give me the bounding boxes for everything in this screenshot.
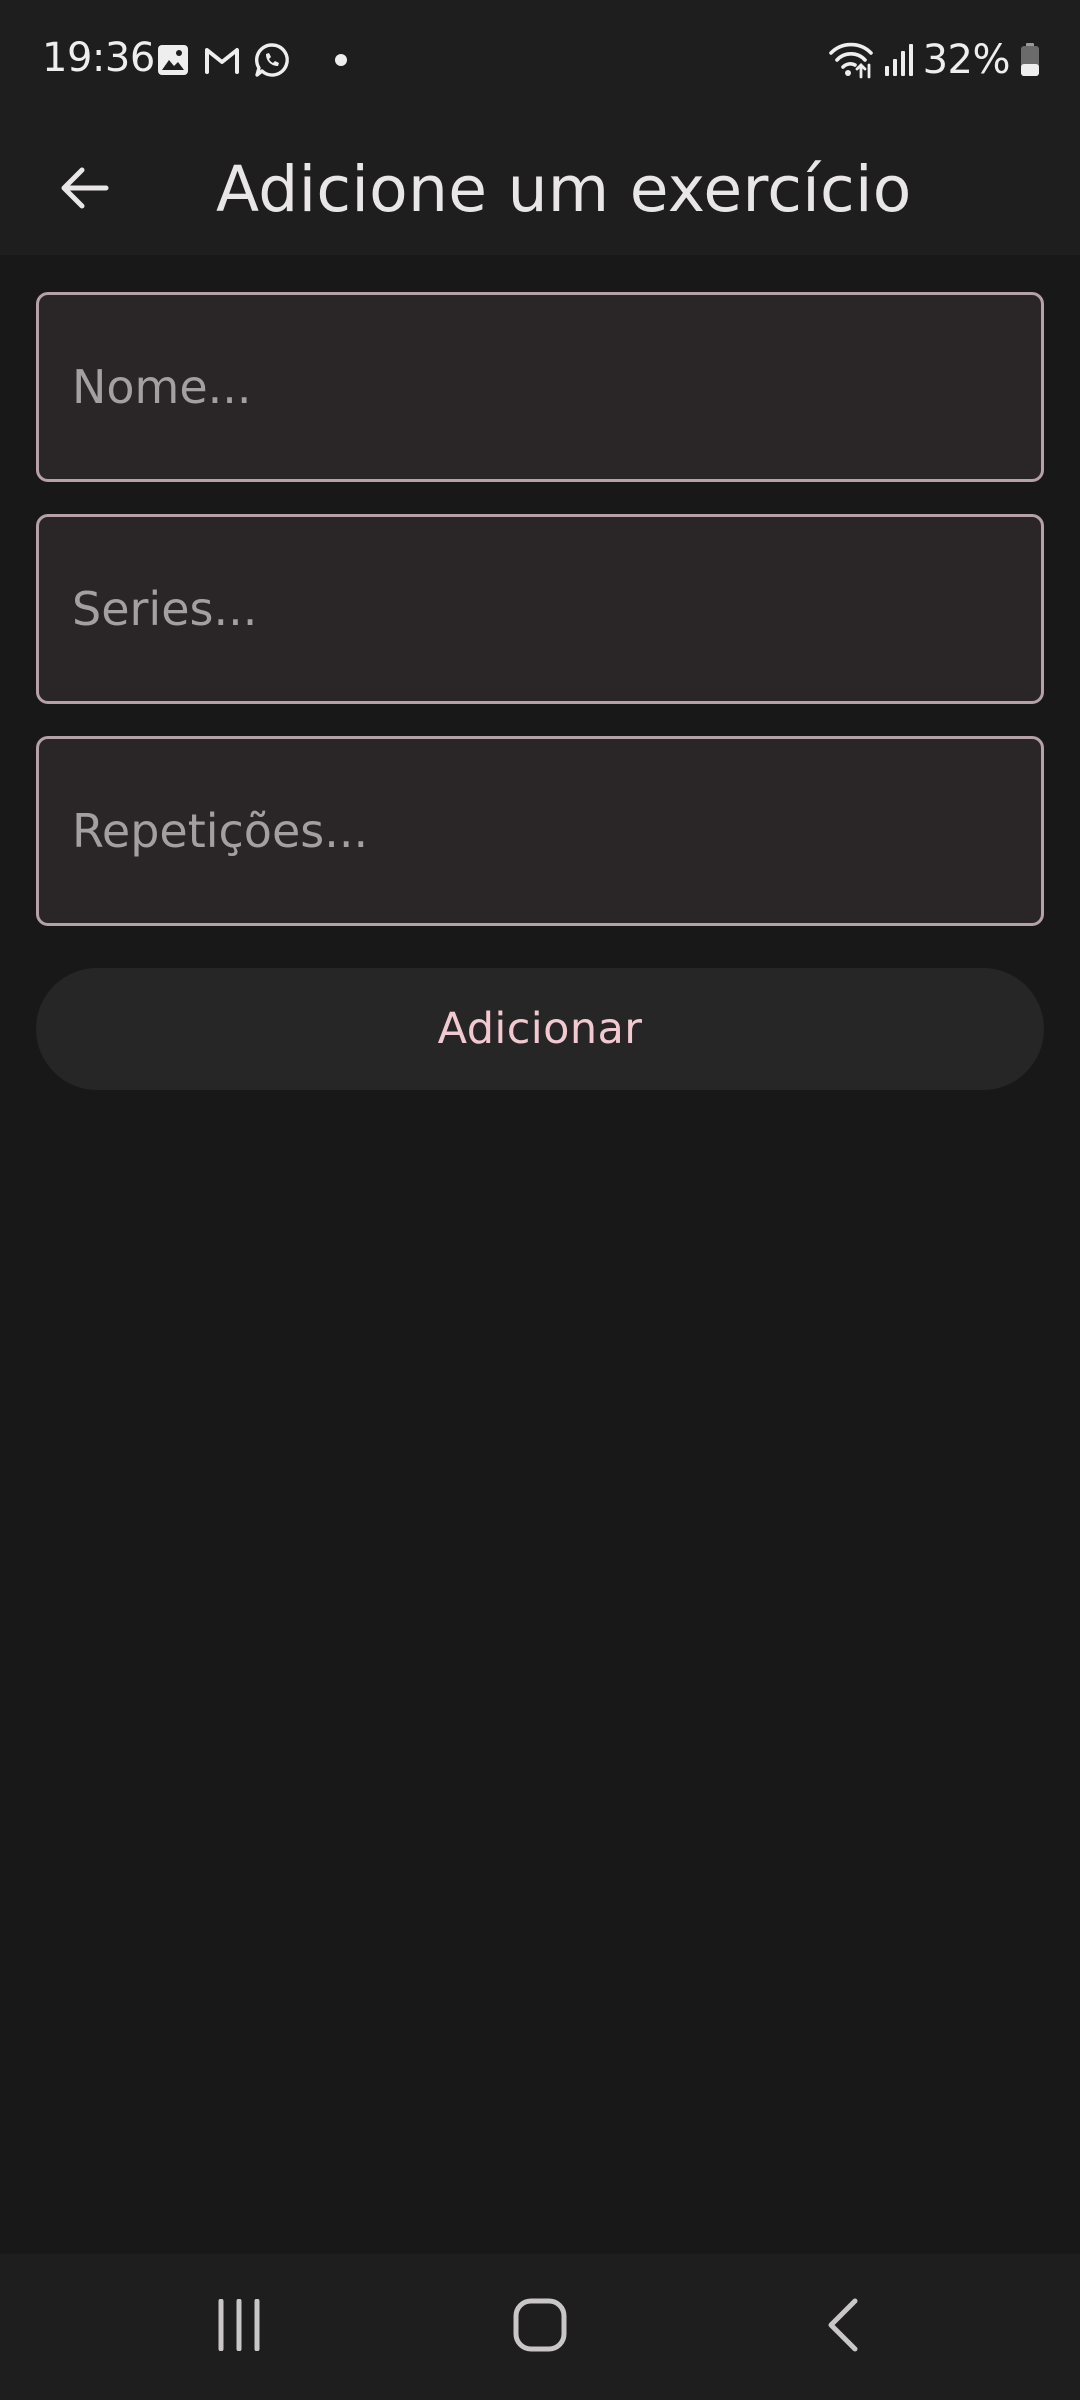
app-bar: Adicione um exercício — [0, 120, 1080, 255]
gallery-icon — [156, 43, 190, 77]
battery-percentage: 32% — [922, 37, 1011, 83]
whatsapp-icon — [254, 42, 290, 78]
navigation-bar — [0, 2254, 1080, 2400]
series-field — [36, 514, 1044, 704]
back-icon — [823, 2297, 863, 2357]
page-title: Adicione um exercício — [216, 153, 912, 226]
status-bar: 19:36 32% — [0, 0, 1080, 120]
signal-icon — [883, 42, 913, 78]
battery-icon — [1020, 43, 1040, 77]
recents-button[interactable] — [189, 2277, 289, 2377]
series-input[interactable] — [39, 517, 1041, 701]
home-button[interactable] — [490, 2277, 590, 2377]
screen: 19:36 32% Adicione um exercício Nome... … — [0, 0, 1080, 2400]
home-icon — [512, 2297, 568, 2357]
arrow-back-icon — [56, 160, 112, 220]
nav-back-button[interactable] — [793, 2277, 893, 2377]
reps-field — [36, 736, 1044, 926]
status-time: 19:36 — [42, 35, 155, 81]
wifi-icon — [828, 41, 873, 79]
name-field — [36, 292, 1044, 482]
gmail-icon — [204, 45, 240, 75]
recents-icon — [213, 2298, 265, 2355]
name-input[interactable] — [39, 295, 1041, 479]
reps-input[interactable] — [39, 739, 1041, 923]
status-notification-icons — [156, 42, 348, 78]
notification-dot-icon — [334, 53, 348, 67]
status-system-icons: 32% — [828, 37, 1040, 83]
back-button[interactable] — [36, 142, 132, 238]
add-button[interactable]: Adicionar — [36, 968, 1044, 1090]
